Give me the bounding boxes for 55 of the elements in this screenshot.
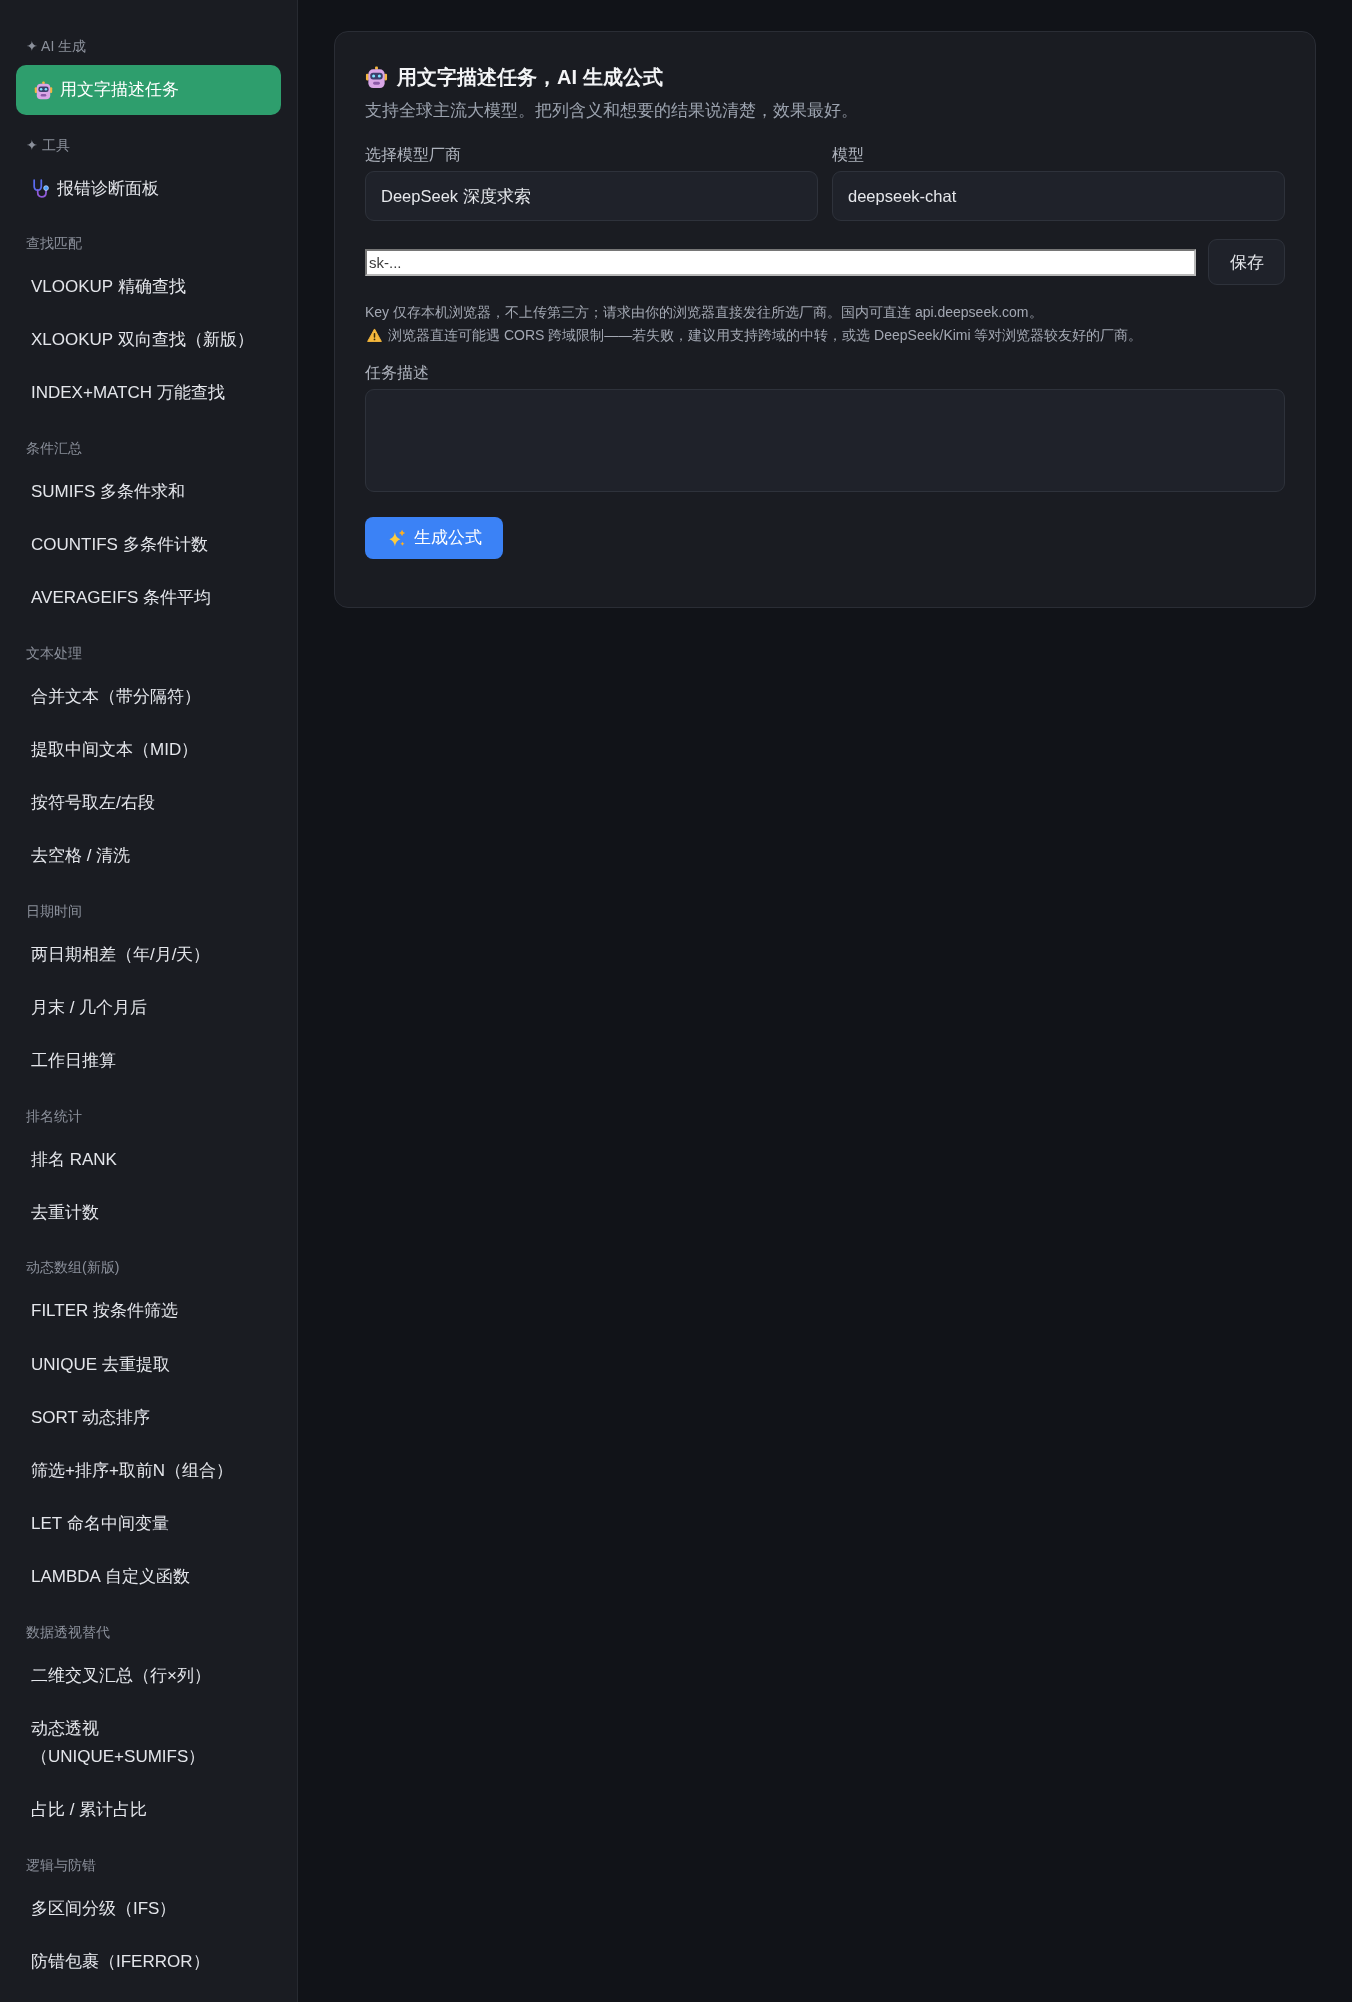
sidebar-item[interactable]: SUMIFS 多条件求和 <box>16 466 281 517</box>
hint-text: Key 仅存本机浏览器，不上传第三方；请求由你的浏览器直接发往所选厂商。国内可直连 api.deepseek.com。 <box>365 303 1043 322</box>
sidebar-item[interactable]: 合并文本（带分隔符） <box>16 671 281 722</box>
sidebar-item[interactable]: 筛选+排序+取前N（组合） <box>16 1445 281 1496</box>
section-heading: 逻辑与防错 <box>25 1855 97 1874</box>
sidebar-item[interactable]: VLOOKUP 精确查找 <box>16 262 281 312</box>
sidebar-item[interactable]: INDEX+MATCH 万能查找 <box>16 368 281 419</box>
sidebar-item[interactable]: FILTER 按条件筛选 <box>16 1286 281 1337</box>
sidebar-item[interactable]: 提取中间文本（MID） <box>16 724 281 775</box>
sidebar-item[interactable]: 月末 / 几个月后 <box>16 983 281 1033</box>
sidebar-item[interactable]: XLOOKUP 双向查找（新版） <box>16 315 281 366</box>
sidebar-item[interactable]: 防错包裹（IFERROR） <box>16 1936 281 1987</box>
sidebar-item[interactable]: 排名 RANK <box>16 1134 281 1185</box>
sidebar-item[interactable]: 报错诊断面板 <box>16 163 281 214</box>
stethoscope-icon <box>31 179 50 198</box>
sparkles-icon <box>387 528 406 548</box>
sidebar-item[interactable]: 多区间分级（IFS） <box>16 1883 281 1934</box>
sidebar-item[interactable]: LAMBDA 自定义函数 <box>16 1552 281 1603</box>
robot-icon <box>34 80 53 100</box>
sidebar-item[interactable]: 动态透视（UNIQUE+SUMIFS） <box>16 1704 281 1782</box>
sidebar-item[interactable]: 工作日推算 <box>16 1036 281 1087</box>
robot-icon <box>365 65 388 89</box>
task-description-input[interactable] <box>365 389 1285 492</box>
card-title: 用文字描述任务，AI 生成公式 <box>397 65 663 90</box>
section-heading: ✦ AI 生成 <box>25 37 88 55</box>
field-label: 任务描述 <box>365 363 430 383</box>
sidebar-item[interactable]: AVERAGEIFS 条件平均 <box>16 573 281 624</box>
field-label: 模型 <box>832 145 865 165</box>
warning-text: 浏览器直连可能遇 CORS 跨域限制——若失败，建议用支持跨域的中转，或选 DeepSeek/Kimi 等对浏览器较友好的厂商。 <box>388 326 1143 345</box>
sidebar-item[interactable]: SORT 动态排序 <box>16 1392 281 1443</box>
section-heading: 查找匹配 <box>25 234 83 252</box>
provider-select[interactable]: DeepSeek 深度求索 <box>365 171 818 221</box>
section-heading: 动态数组(新版) <box>25 1258 121 1277</box>
sidebar-item[interactable]: LET 命名中间变量 <box>16 1499 281 1550</box>
sidebar-item[interactable]: 两日期相差（年/月/天） <box>16 929 281 980</box>
save-button[interactable]: 保存 <box>1208 239 1285 285</box>
sidebar-item[interactable]: 占比 / 累计占比 <box>16 1785 281 1836</box>
card-subtitle: 支持全球主流大模型。把列含义和想要的结果说清楚，效果最好。 <box>365 100 859 121</box>
sidebar-item[interactable]: 二维交叉汇总（行×列） <box>16 1650 281 1701</box>
sidebar-item[interactable]: COUNTIFS 多条件计数 <box>16 520 281 571</box>
section-heading: 数据透视替代 <box>25 1622 111 1641</box>
generate-button[interactable]: 生成公式 <box>365 517 503 559</box>
section-heading: ✦ 工具 <box>25 135 71 154</box>
section-heading: 日期时间 <box>25 901 83 920</box>
api-key-input[interactable]: sk-... <box>365 248 1196 276</box>
sidebar-item[interactable]: 去空格 / 清洗 <box>16 831 281 882</box>
section-heading: 文本处理 <box>25 643 83 662</box>
field-label: 选择模型厂商 <box>365 145 462 165</box>
sidebar-item[interactable]: 去重计数 <box>16 1187 281 1238</box>
sidebar-item[interactable]: 按符号取左/右段 <box>16 778 281 829</box>
section-heading: 条件汇总 <box>25 438 83 457</box>
model-select[interactable]: deepseek-chat <box>832 171 1285 221</box>
section-heading: 排名统计 <box>25 1106 83 1125</box>
warning-icon <box>367 328 382 343</box>
sidebar-item[interactable]: UNIQUE 去重提取 <box>16 1339 281 1390</box>
